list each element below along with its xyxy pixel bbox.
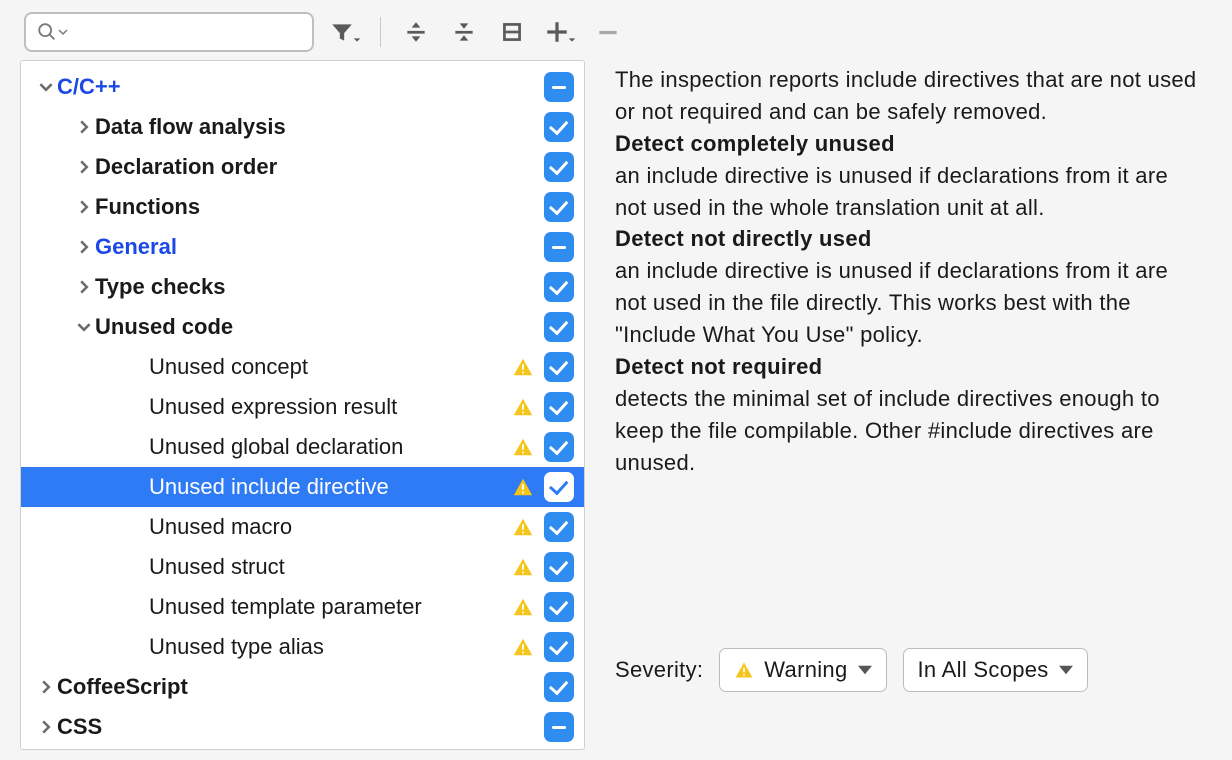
tree-label: Unused global declaration bbox=[149, 434, 506, 460]
severity-dropdown[interactable]: Warning bbox=[719, 648, 886, 692]
checkbox-mixed[interactable] bbox=[544, 232, 574, 262]
tree-item-type-checks[interactable]: Type checks bbox=[21, 267, 584, 307]
tree-label: Unused template parameter bbox=[149, 594, 506, 620]
checkbox-on[interactable] bbox=[544, 512, 574, 542]
tree-item-functions[interactable]: Functions bbox=[21, 187, 584, 227]
inspection-detail: The inspection reports include directive… bbox=[615, 60, 1212, 750]
checkbox-on[interactable] bbox=[544, 152, 574, 182]
warning-icon bbox=[734, 660, 754, 680]
chevron-right-icon bbox=[35, 680, 57, 694]
tree-item-coffeescript[interactable]: CoffeeScript bbox=[21, 667, 584, 707]
tree-item-unused-template[interactable]: Unused template parameter bbox=[21, 587, 584, 627]
checkbox-on[interactable] bbox=[544, 352, 574, 382]
checkbox-on[interactable] bbox=[544, 672, 574, 702]
tree-item-unused-macro[interactable]: Unused macro bbox=[21, 507, 584, 547]
checkbox-on[interactable] bbox=[544, 432, 574, 462]
chevron-right-icon bbox=[73, 200, 95, 214]
warning-icon bbox=[512, 636, 534, 658]
checkbox-on[interactable] bbox=[544, 592, 574, 622]
collapse-all-icon[interactable] bbox=[447, 15, 481, 49]
detail-intro: The inspection reports include directive… bbox=[615, 64, 1202, 128]
tree-label: Unused expression result bbox=[149, 394, 506, 420]
checkbox-mixed[interactable] bbox=[544, 712, 574, 742]
chevron-right-icon bbox=[73, 280, 95, 294]
inspection-tree: C/C++ Data flow analysis Declaration ord… bbox=[20, 60, 585, 750]
checkbox-on[interactable] bbox=[544, 192, 574, 222]
scope-value: In All Scopes bbox=[918, 657, 1049, 683]
main: C/C++ Data flow analysis Declaration ord… bbox=[0, 60, 1232, 750]
tree-label: Data flow analysis bbox=[95, 114, 544, 140]
checkbox-on[interactable] bbox=[544, 272, 574, 302]
tree-label: CSS bbox=[57, 714, 544, 740]
tree-item-unused-concept[interactable]: Unused concept bbox=[21, 347, 584, 387]
tree-label: Declaration order bbox=[95, 154, 544, 180]
tree-label: Unused include directive bbox=[149, 474, 506, 500]
warning-icon bbox=[512, 356, 534, 378]
detail-heading-1: Detect completely unused bbox=[615, 128, 1202, 160]
chevron-down-icon bbox=[858, 657, 872, 683]
filter-icon[interactable] bbox=[328, 15, 362, 49]
chevron-down-icon bbox=[1059, 657, 1073, 683]
add-icon[interactable] bbox=[543, 15, 577, 49]
checkbox-on[interactable] bbox=[544, 552, 574, 582]
tree-label: Unused type alias bbox=[149, 634, 506, 660]
chevron-right-icon bbox=[35, 720, 57, 734]
tree-item-css[interactable]: CSS bbox=[21, 707, 584, 747]
tree-label: Functions bbox=[95, 194, 544, 220]
tree-item-unused-type-alias[interactable]: Unused type alias bbox=[21, 627, 584, 667]
tree-label: Unused concept bbox=[149, 354, 506, 380]
search-input[interactable] bbox=[74, 21, 302, 44]
detail-paragraph-1: an include directive is unused if declar… bbox=[615, 160, 1202, 224]
checkbox-on[interactable] bbox=[544, 632, 574, 662]
detail-paragraph-2: an include directive is unused if declar… bbox=[615, 255, 1202, 351]
chevron-right-icon bbox=[73, 240, 95, 254]
checkbox-on[interactable] bbox=[544, 472, 574, 502]
warning-icon bbox=[512, 436, 534, 458]
warning-icon bbox=[512, 596, 534, 618]
severity-value: Warning bbox=[764, 657, 847, 683]
tree-label: Unused macro bbox=[149, 514, 506, 540]
toolbar bbox=[0, 0, 1232, 60]
checkbox-on[interactable] bbox=[544, 312, 574, 342]
checkbox-on[interactable] bbox=[544, 392, 574, 422]
tree-label: Unused struct bbox=[149, 554, 506, 580]
chevron-down-icon bbox=[35, 80, 57, 94]
severity-row: Severity: Warning In All Scopes bbox=[615, 618, 1202, 750]
checkbox-mixed[interactable] bbox=[544, 72, 574, 102]
remove-icon[interactable] bbox=[591, 15, 625, 49]
tree-label: C/C++ bbox=[57, 74, 544, 100]
tree-label: Type checks bbox=[95, 274, 544, 300]
chevron-down-icon bbox=[73, 320, 95, 334]
tree-item-unused-include[interactable]: Unused include directive bbox=[21, 467, 584, 507]
tree-item-cpp[interactable]: C/C++ bbox=[21, 67, 584, 107]
search-icon bbox=[36, 21, 58, 43]
warning-icon bbox=[512, 396, 534, 418]
tree-label: CoffeeScript bbox=[57, 674, 544, 700]
reset-icon[interactable] bbox=[495, 15, 529, 49]
chevron-right-icon bbox=[73, 160, 95, 174]
severity-label: Severity: bbox=[615, 657, 703, 683]
search-input-box[interactable] bbox=[24, 12, 314, 52]
checkbox-on[interactable] bbox=[544, 112, 574, 142]
tree-item-general[interactable]: General bbox=[21, 227, 584, 267]
chevron-right-icon bbox=[73, 120, 95, 134]
tree-label: General bbox=[95, 234, 544, 260]
detail-heading-2: Detect not directly used bbox=[615, 223, 1202, 255]
tree-item-unused-global[interactable]: Unused global declaration bbox=[21, 427, 584, 467]
chevron-down-icon bbox=[58, 27, 68, 37]
detail-heading-3: Detect not required bbox=[615, 351, 1202, 383]
tree-label: Unused code bbox=[95, 314, 544, 340]
warning-icon bbox=[512, 476, 534, 498]
warning-icon bbox=[512, 516, 534, 538]
toolbar-separator bbox=[380, 17, 381, 47]
expand-all-icon[interactable] bbox=[399, 15, 433, 49]
tree-item-unused-code[interactable]: Unused code bbox=[21, 307, 584, 347]
tree-item-unused-expression[interactable]: Unused expression result bbox=[21, 387, 584, 427]
tree-item-data-flow[interactable]: Data flow analysis bbox=[21, 107, 584, 147]
warning-icon bbox=[512, 556, 534, 578]
tree-item-unused-struct[interactable]: Unused struct bbox=[21, 547, 584, 587]
tree-item-declaration-order[interactable]: Declaration order bbox=[21, 147, 584, 187]
scope-dropdown[interactable]: In All Scopes bbox=[903, 648, 1088, 692]
detail-paragraph-3: detects the minimal set of include direc… bbox=[615, 383, 1202, 479]
